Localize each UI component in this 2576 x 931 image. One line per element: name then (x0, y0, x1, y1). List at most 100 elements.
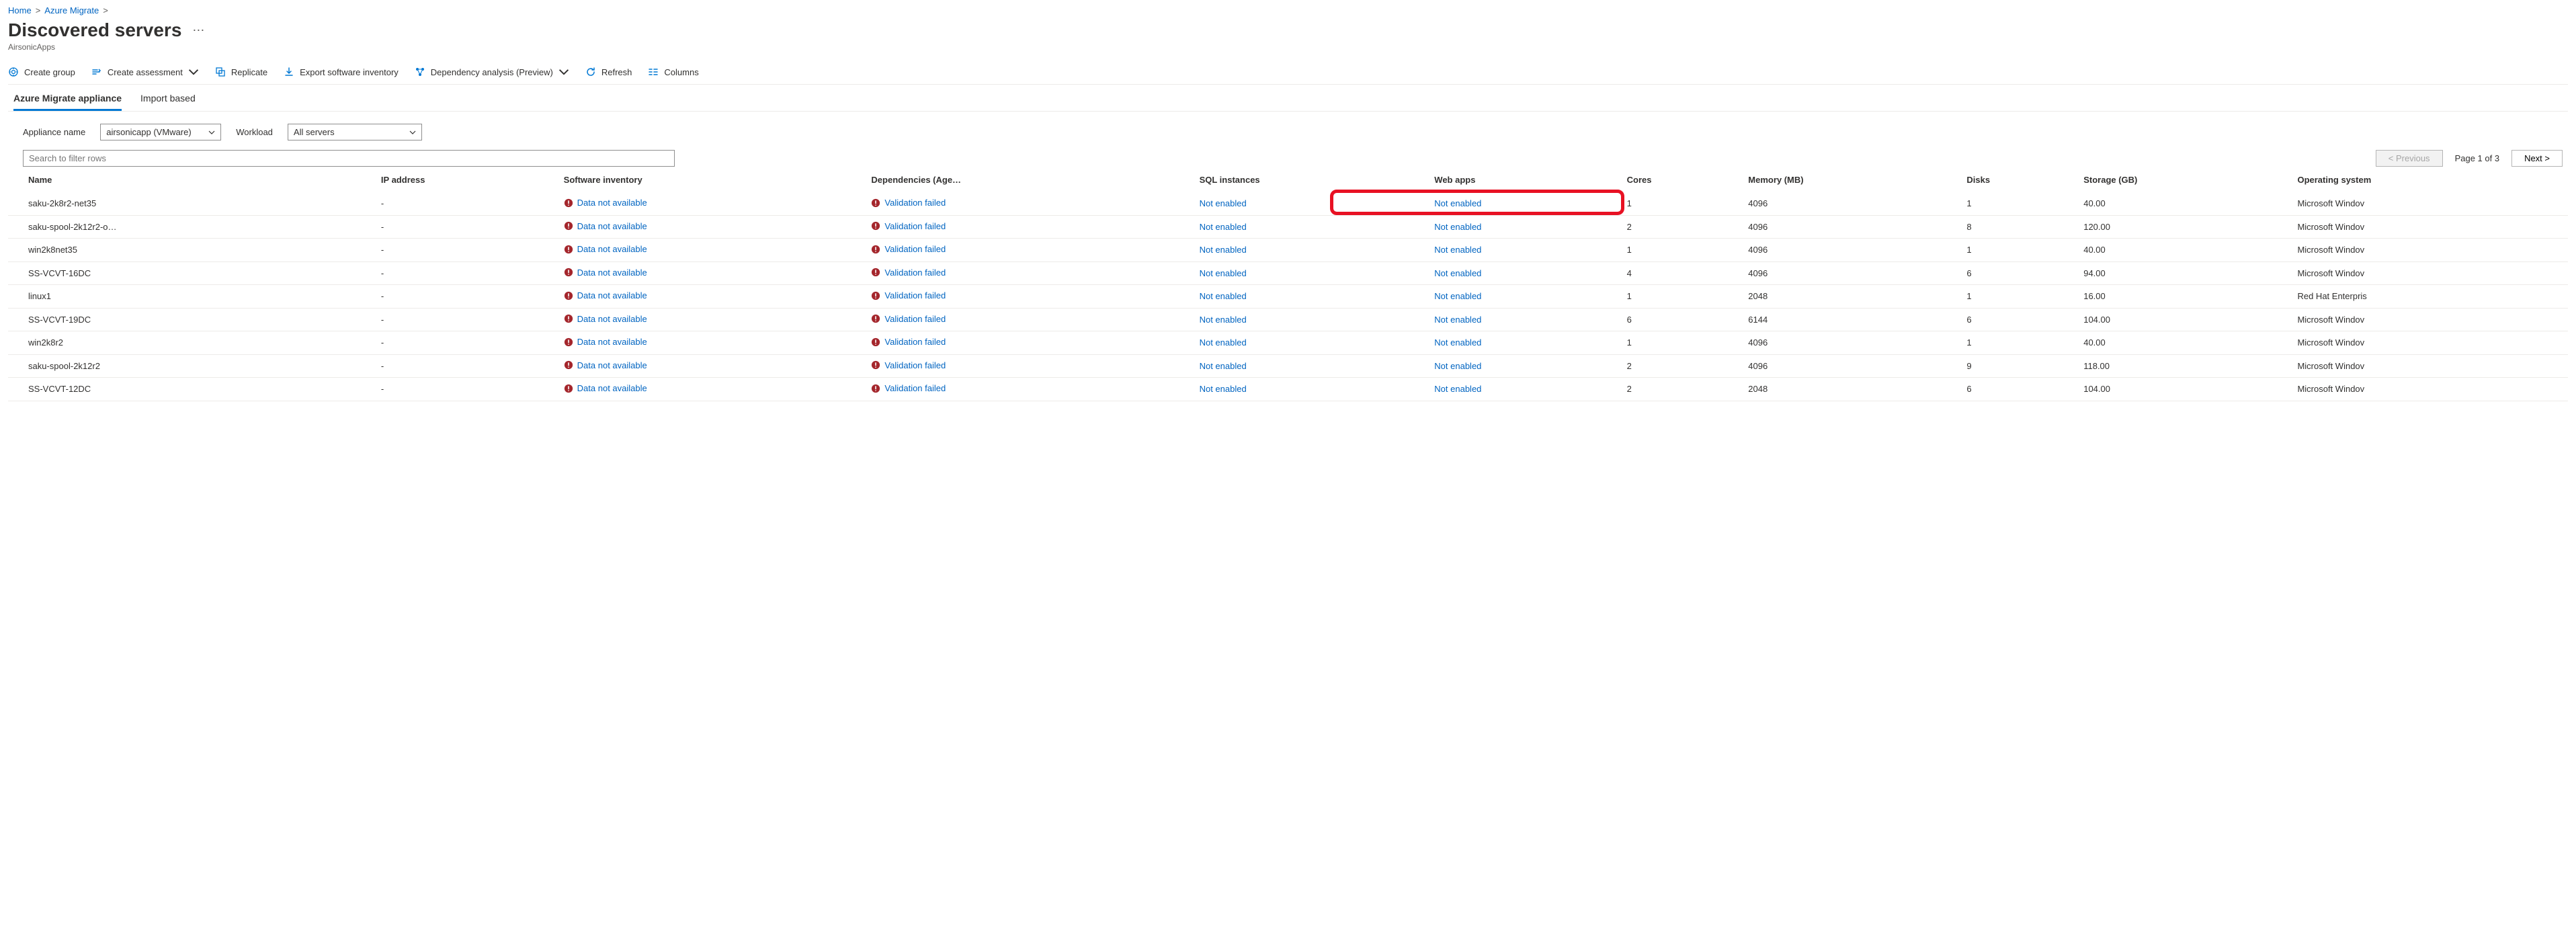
replicate-button[interactable]: Replicate (215, 67, 267, 77)
table-row[interactable]: SS-VCVT-16DC - Data not available Valida… (8, 261, 2568, 285)
replicate-icon (215, 67, 226, 77)
cell-disks: 8 (1960, 215, 2077, 239)
cell-disks: 1 (1960, 239, 2077, 262)
table-row[interactable]: saku-spool-2k12r2-o… - Data not availabl… (8, 215, 2568, 239)
web-link[interactable]: Not enabled (1434, 245, 1481, 255)
sql-link[interactable]: Not enabled (1200, 222, 1247, 232)
export-button[interactable]: Export software inventory (284, 67, 399, 77)
sql-link[interactable]: Not enabled (1200, 361, 1247, 371)
sql-link[interactable]: Not enabled (1200, 245, 1247, 255)
table-row[interactable]: win2k8net35 - Data not available Validat… (8, 239, 2568, 262)
cell-disks: 6 (1960, 308, 2077, 331)
dependency-link[interactable]: Validation failed (884, 360, 946, 370)
software-link[interactable]: Data not available (577, 244, 647, 254)
create-group-button[interactable]: Create group (8, 67, 75, 77)
table-row[interactable]: win2k8r2 - Data not available Validation… (8, 331, 2568, 355)
col-cores[interactable]: Cores (1620, 169, 1742, 192)
cell-mem: 4096 (1741, 354, 1960, 378)
breadcrumb-home[interactable]: Home (8, 5, 32, 15)
previous-page-button[interactable]: < Previous (2376, 150, 2443, 167)
cell-os: Microsoft Windov (2290, 308, 2568, 331)
search-input[interactable] (23, 150, 675, 167)
chevron-down-icon (188, 67, 199, 77)
col-ip[interactable]: IP address (374, 169, 557, 192)
table-controls: < Previous Page 1 of 3 Next > (8, 150, 2568, 167)
dependency-analysis-button[interactable]: Dependency analysis (Preview) (415, 67, 569, 77)
cell-name: linux1 (8, 285, 374, 309)
cell-mem: 6144 (1741, 308, 1960, 331)
cell-cores: 2 (1620, 378, 1742, 401)
dependency-link[interactable]: Validation failed (884, 383, 946, 393)
cell-storage: 120.00 (2077, 215, 2290, 239)
web-link[interactable]: Not enabled (1434, 198, 1481, 208)
dependency-link[interactable]: Validation failed (884, 244, 946, 254)
cell-dep: Validation failed (864, 285, 1192, 309)
col-disks[interactable]: Disks (1960, 169, 2077, 192)
cell-storage: 16.00 (2077, 285, 2290, 309)
col-dep[interactable]: Dependencies (Age… (864, 169, 1192, 192)
web-link[interactable]: Not enabled (1434, 361, 1481, 371)
tab-import[interactable]: Import based (140, 93, 196, 111)
dependency-link[interactable]: Validation failed (884, 337, 946, 347)
col-mem[interactable]: Memory (MB) (1741, 169, 1960, 192)
cell-os: Microsoft Windov (2290, 239, 2568, 262)
software-link[interactable]: Data not available (577, 290, 647, 300)
table-row[interactable]: SS-VCVT-19DC - Data not available Valida… (8, 308, 2568, 331)
col-web[interactable]: Web apps (1427, 169, 1620, 192)
web-link[interactable]: Not enabled (1434, 291, 1481, 301)
software-link[interactable]: Data not available (577, 198, 647, 208)
tab-appliance[interactable]: Azure Migrate appliance (13, 93, 122, 111)
software-link[interactable]: Data not available (577, 383, 647, 393)
cell-mem: 4096 (1741, 261, 1960, 285)
workload-select[interactable]: All servers (288, 124, 422, 140)
web-link[interactable]: Not enabled (1434, 384, 1481, 394)
software-link[interactable]: Data not available (577, 337, 647, 347)
cell-web: Not enabled (1427, 331, 1620, 355)
more-actions-icon[interactable]: ⋯ (192, 24, 204, 38)
cell-cores: 1 (1620, 331, 1742, 355)
col-storage[interactable]: Storage (GB) (2077, 169, 2290, 192)
breadcrumb-azure-migrate[interactable]: Azure Migrate (44, 5, 99, 15)
cell-mem: 2048 (1741, 285, 1960, 309)
software-link[interactable]: Data not available (577, 360, 647, 370)
col-name[interactable]: Name (8, 169, 374, 192)
web-link[interactable]: Not enabled (1434, 268, 1481, 278)
table-row[interactable]: saku-2k8r2-net35 - Data not available Va… (8, 192, 2568, 216)
dependency-link[interactable]: Validation failed (884, 314, 946, 324)
cell-dep: Validation failed (864, 308, 1192, 331)
cell-os: Microsoft Windov (2290, 354, 2568, 378)
page-info: Page 1 of 3 (2455, 153, 2500, 163)
dependency-link[interactable]: Validation failed (884, 268, 946, 278)
web-link[interactable]: Not enabled (1434, 222, 1481, 232)
error-icon (564, 245, 573, 254)
error-icon (564, 268, 573, 277)
create-assessment-button[interactable]: Create assessment (91, 67, 199, 77)
sql-link[interactable]: Not enabled (1200, 315, 1247, 325)
error-icon (871, 384, 880, 393)
refresh-button[interactable]: Refresh (585, 67, 632, 77)
software-link[interactable]: Data not available (577, 314, 647, 324)
dependency-link[interactable]: Validation failed (884, 198, 946, 208)
columns-button[interactable]: Columns (648, 67, 698, 77)
software-link[interactable]: Data not available (577, 268, 647, 278)
web-link[interactable]: Not enabled (1434, 315, 1481, 325)
sql-link[interactable]: Not enabled (1200, 291, 1247, 301)
sql-link[interactable]: Not enabled (1200, 337, 1247, 348)
error-icon (871, 337, 880, 347)
web-link[interactable]: Not enabled (1434, 337, 1481, 348)
software-link[interactable]: Data not available (577, 221, 647, 231)
table-row[interactable]: saku-spool-2k12r2 - Data not available V… (8, 354, 2568, 378)
sql-link[interactable]: Not enabled (1200, 384, 1247, 394)
cell-soft: Data not available (557, 308, 865, 331)
col-soft[interactable]: Software inventory (557, 169, 865, 192)
table-row[interactable]: linux1 - Data not available Validation f… (8, 285, 2568, 309)
col-sql[interactable]: SQL instances (1193, 169, 1428, 192)
appliance-name-select[interactable]: airsonicapp (VMware) (100, 124, 221, 140)
table-row[interactable]: SS-VCVT-12DC - Data not available Valida… (8, 378, 2568, 401)
dependency-link[interactable]: Validation failed (884, 221, 946, 231)
dependency-link[interactable]: Validation failed (884, 290, 946, 300)
sql-link[interactable]: Not enabled (1200, 198, 1247, 208)
next-page-button[interactable]: Next > (2511, 150, 2563, 167)
sql-link[interactable]: Not enabled (1200, 268, 1247, 278)
col-os[interactable]: Operating system (2290, 169, 2568, 192)
